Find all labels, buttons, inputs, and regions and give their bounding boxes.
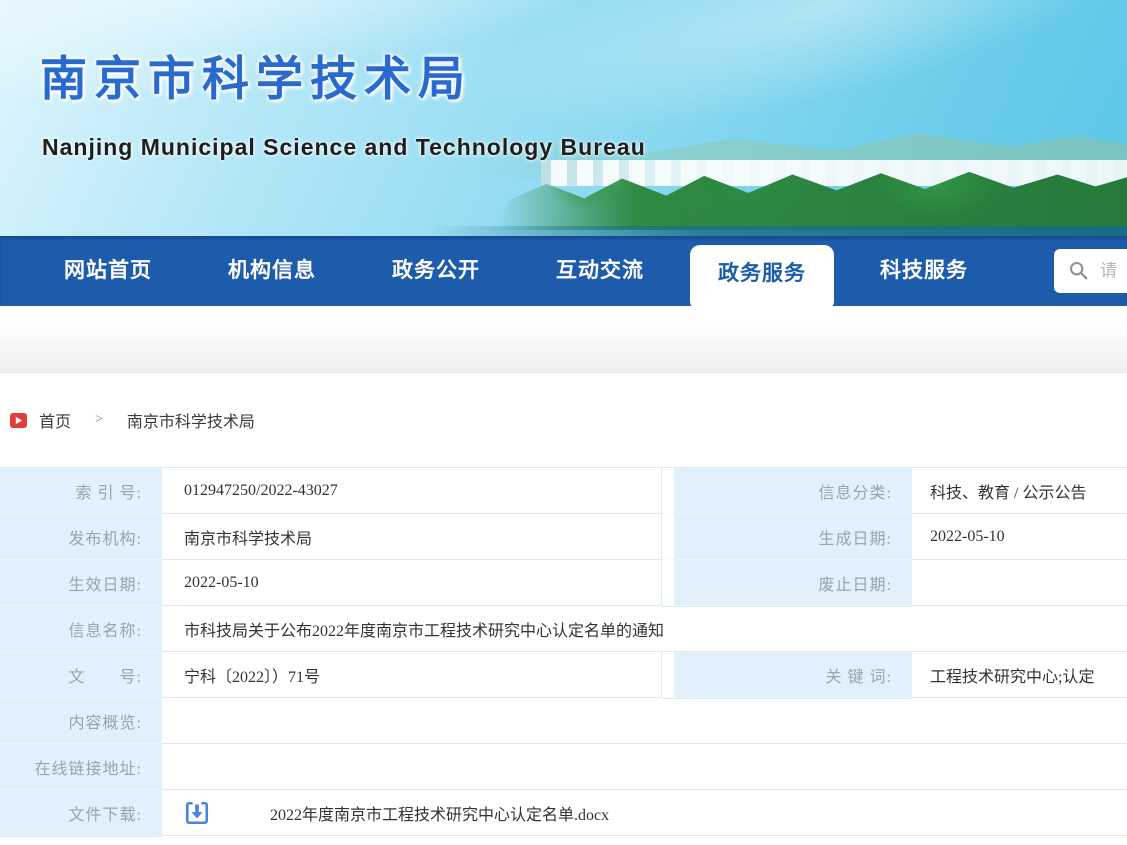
field-label-doc-number: 文 号:: [0, 652, 162, 698]
nav-item-org-info[interactable]: 机构信息: [198, 236, 346, 306]
field-value-keywords: 工程技术研究中心;认定: [912, 652, 1127, 698]
download-icon[interactable]: [184, 800, 210, 826]
field-value-content-overview: [162, 698, 1127, 744]
field-value-file-download: 2022年度南京市工程技术研究中心认定名单.docx: [162, 790, 1127, 836]
breadcrumb-marker-icon: [10, 413, 27, 428]
breadcrumb: 首页 > 南京市科学技术局: [0, 373, 1127, 467]
search-input[interactable]: [1100, 261, 1127, 281]
nav-item-home[interactable]: 网站首页: [34, 236, 182, 306]
field-value-online-link: [162, 744, 1127, 790]
breadcrumb-separator: >: [95, 412, 103, 428]
field-value-index-number: 012947250/2022-43027: [162, 468, 662, 514]
field-label-keywords: 关 键 词:: [662, 652, 912, 698]
field-label-effective-date: 生效日期:: [0, 560, 162, 606]
field-label-info-category: 信息分类:: [662, 468, 912, 514]
main-navigation: 网站首页 机构信息 政务公开 互动交流 政务服务 科技服务: [0, 236, 1127, 306]
field-value-created-date: 2022-05-10: [912, 514, 1127, 560]
banner-water-graphic: [0, 226, 1127, 236]
site-title: 南京市科学技术局: [40, 40, 472, 109]
field-label-issuing-org: 发布机构:: [0, 514, 162, 560]
field-value-info-category: 科技、教育 / 公示公告: [912, 468, 1127, 514]
field-label-repeal-date: 废止日期:: [662, 560, 912, 606]
sub-nav-band: [0, 306, 1127, 373]
field-value-info-name: 市科技局关于公布2022年度南京市工程技术研究中心认定名单的通知: [162, 606, 1127, 652]
site-banner: 南京市科学技术局 Nanjing Municipal Science and T…: [0, 0, 1127, 236]
breadcrumb-current[interactable]: 南京市科学技术局: [127, 408, 255, 432]
field-label-content-overview: 内容概览:: [0, 698, 162, 744]
field-value-issuing-org: 南京市科学技术局: [162, 514, 662, 560]
search-icon[interactable]: [1068, 260, 1090, 282]
field-value-effective-date: 2022-05-10: [162, 560, 662, 606]
field-label-file-download: 文件下载:: [0, 790, 162, 836]
search-box[interactable]: [1054, 249, 1127, 293]
download-file-link[interactable]: 2022年度南京市工程技术研究中心认定名单.docx: [270, 801, 609, 825]
nav-item-gov-open[interactable]: 政务公开: [362, 236, 510, 306]
field-label-created-date: 生成日期:: [662, 514, 912, 560]
breadcrumb-home-link[interactable]: 首页: [39, 408, 71, 432]
field-label-online-link: 在线链接地址:: [0, 744, 162, 790]
field-label-index-number: 索 引 号:: [0, 468, 162, 514]
page: 南京市科学技术局 Nanjing Municipal Science and T…: [0, 0, 1127, 845]
field-label-info-name: 信息名称:: [0, 606, 162, 652]
document-info-table: 索 引 号: 012947250/2022-43027 信息分类: 科技、教育 …: [0, 467, 1127, 836]
nav-item-tech-services[interactable]: 科技服务: [850, 236, 998, 306]
field-value-repeal-date: [912, 560, 1127, 606]
site-subtitle-english: Nanjing Municipal Science and Technology…: [42, 134, 646, 161]
field-value-doc-number: 宁科〔2022〕）71号: [162, 652, 662, 698]
nav-item-interaction[interactable]: 互动交流: [526, 236, 674, 306]
nav-item-gov-services-active[interactable]: 政务服务: [690, 245, 834, 311]
